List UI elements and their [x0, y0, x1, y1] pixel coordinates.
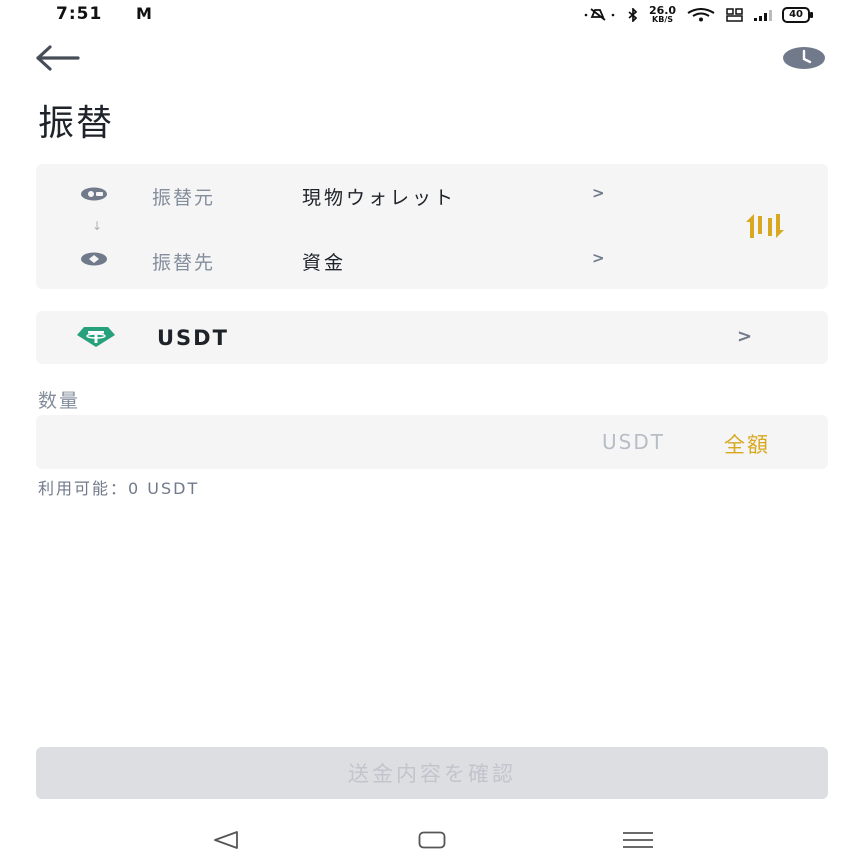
nav-menu-icon[interactable] [622, 831, 654, 849]
amount-unit: USDT [602, 430, 665, 454]
chevron-right-icon[interactable]: > [592, 184, 605, 202]
amount-label: 数量 [38, 390, 81, 412]
swap-vertical-icon[interactable] [744, 214, 786, 238]
coin-selector[interactable] [36, 311, 828, 364]
transfer-from-selector[interactable]: 現物ウォレット [302, 183, 456, 210]
nav-back-icon[interactable] [212, 830, 240, 850]
amount-input[interactable] [36, 415, 576, 469]
confirm-transfer-button[interactable]: 送金内容を確認 [36, 747, 828, 799]
chevron-right-icon[interactable]: > [737, 326, 752, 347]
mail-notification-icon: M [136, 4, 152, 23]
bluetooth-icon [628, 8, 638, 22]
signal-icon [754, 9, 773, 21]
nav-home-icon[interactable] [418, 831, 446, 849]
network-speed-unit: KB/S [652, 15, 673, 24]
wifi-icon [687, 8, 715, 22]
direction-down-icon: ↓ [92, 219, 103, 233]
clock-icon[interactable] [782, 46, 826, 70]
status-icons: 26.0 KB/S 40 [583, 4, 813, 24]
chevron-right-icon[interactable]: > [592, 249, 605, 267]
network-speed-value: 26.0 [648, 4, 677, 17]
page-title: 振替 [38, 103, 115, 144]
funding-wallet-icon [81, 252, 107, 266]
transfer-from-label: 振替元 [152, 187, 216, 209]
available-balance: 利用可能：0 USDT [38, 479, 200, 498]
max-amount-button[interactable]: 全額 [724, 429, 770, 459]
transfer-to-selector[interactable]: 資金 [302, 248, 346, 275]
transfer-to-label: 振替先 [152, 252, 216, 274]
network-speed: 26.0 KB/S [648, 4, 677, 24]
spot-wallet-icon [81, 187, 107, 201]
tether-icon [77, 327, 115, 347]
mute-icon [584, 8, 615, 21]
coin-name: USDT [157, 326, 229, 350]
arrow-left-icon[interactable] [34, 44, 82, 72]
volte-icon [726, 8, 743, 22]
battery-icon: 40 [782, 7, 813, 23]
status-time: 7:51 [56, 4, 103, 24]
